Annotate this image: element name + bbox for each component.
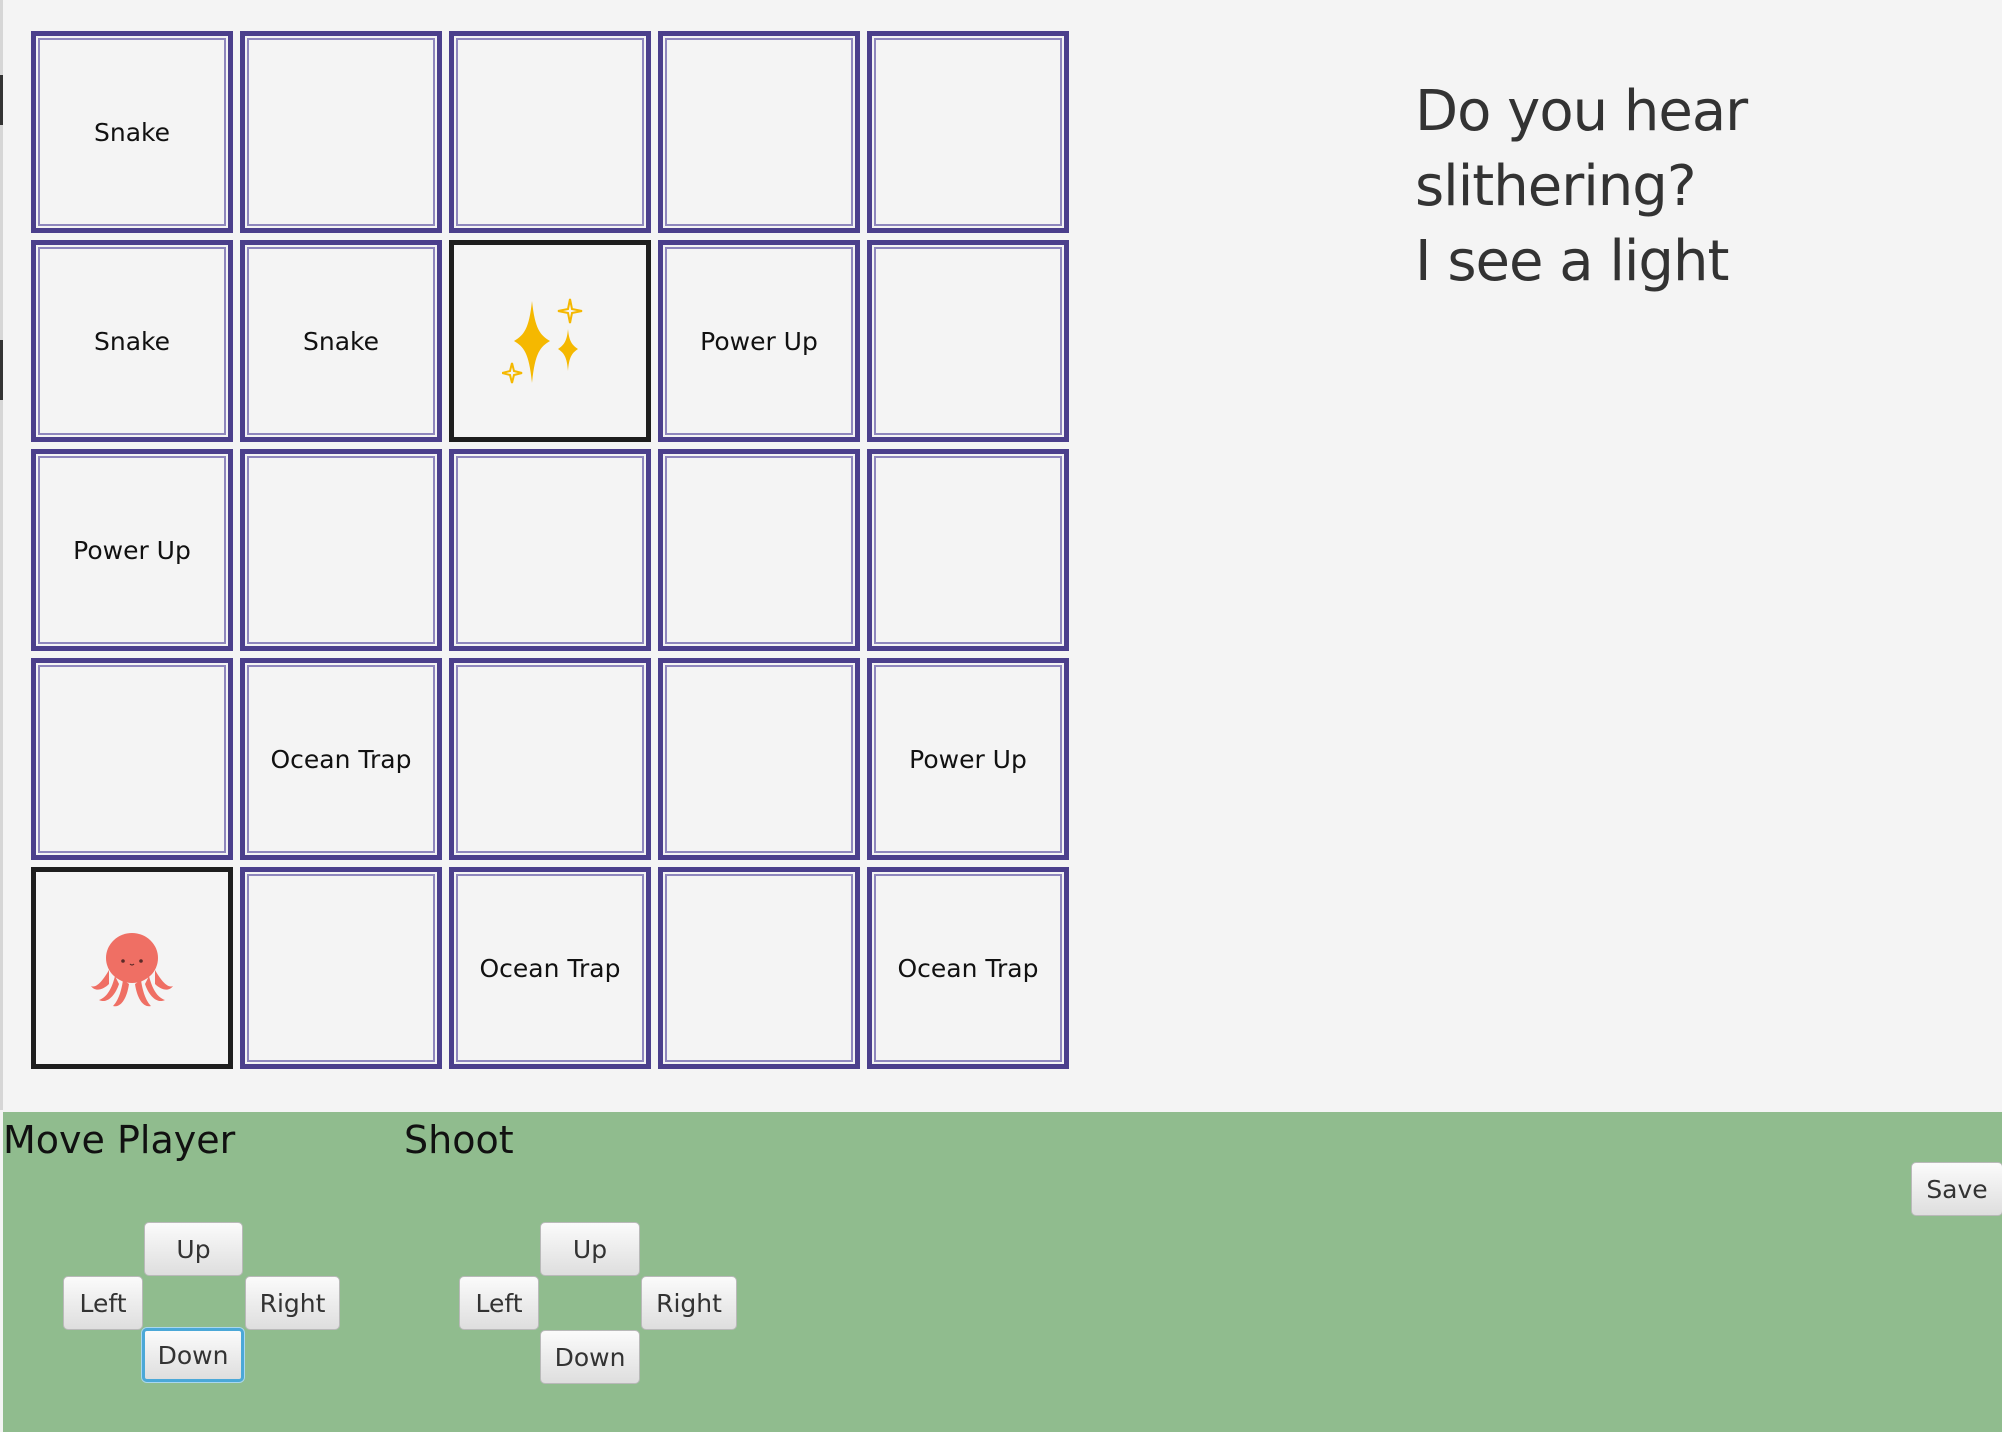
board-cell: Power Up <box>31 449 233 651</box>
board-cell <box>658 867 860 1069</box>
cell-label: Ocean Trap <box>270 744 412 774</box>
move-down-button[interactable]: Down <box>142 1328 244 1382</box>
control-panel: Move Player Up Left Right Down Shoot Up … <box>3 1112 2002 1432</box>
board-cell <box>867 449 1069 651</box>
move-player-title: Move Player <box>3 1118 236 1162</box>
message-line: Do you hear slithering? <box>1415 79 1748 219</box>
board-cell: Ocean Trap <box>240 658 442 860</box>
board-cell <box>240 31 442 233</box>
board-cell <box>449 449 651 651</box>
board-cell: Power Up <box>658 240 860 442</box>
cell-label: Snake <box>93 117 170 147</box>
cell-label: Snake <box>93 326 170 356</box>
board-cell <box>867 31 1069 233</box>
shoot-up-button[interactable]: Up <box>540 1222 640 1276</box>
board-cell <box>240 449 442 651</box>
message-line: I see a light <box>1415 229 1729 294</box>
shoot-right-button[interactable]: Right <box>641 1276 737 1330</box>
board-cell: Ocean Trap <box>449 867 651 1069</box>
message-log: Do you hear slithering? I see a light <box>1415 74 2002 299</box>
move-left-button[interactable]: Left <box>63 1276 143 1330</box>
cell-label: Power Up <box>909 744 1027 774</box>
shoot-title: Shoot <box>404 1118 514 1162</box>
window-edge <box>0 0 3 1110</box>
board-cell <box>658 31 860 233</box>
save-button[interactable]: Save <box>1911 1162 2002 1216</box>
board-cell <box>449 658 651 860</box>
sparkles-icon <box>502 298 583 384</box>
cell-label: Snake <box>302 326 379 356</box>
shoot-left-button[interactable]: Left <box>459 1276 539 1330</box>
board-cell: Snake <box>31 31 233 233</box>
cell-label: Power Up <box>73 535 191 565</box>
board-cell <box>658 658 860 860</box>
cell-label: Ocean Trap <box>897 953 1039 983</box>
board-cell <box>31 658 233 860</box>
board-cell-player <box>31 867 233 1069</box>
board-cell <box>449 31 651 233</box>
game-board: Snake Snake Snake Power Up Power Up Ocea… <box>31 31 1069 1069</box>
board-cell <box>658 449 860 651</box>
board-cell: Ocean Trap <box>867 867 1069 1069</box>
octopus-icon <box>91 933 173 1007</box>
board-cell <box>240 867 442 1069</box>
board-cell <box>867 240 1069 442</box>
cell-label: Ocean Trap <box>479 953 621 983</box>
shoot-down-button[interactable]: Down <box>540 1330 640 1384</box>
move-right-button[interactable]: Right <box>245 1276 340 1330</box>
board-cell-sparkle <box>449 240 651 442</box>
cell-label: Power Up <box>700 326 818 356</box>
board-cell: Power Up <box>867 658 1069 860</box>
move-up-button[interactable]: Up <box>144 1222 243 1276</box>
board-cell: Snake <box>240 240 442 442</box>
board-cell: Snake <box>31 240 233 442</box>
